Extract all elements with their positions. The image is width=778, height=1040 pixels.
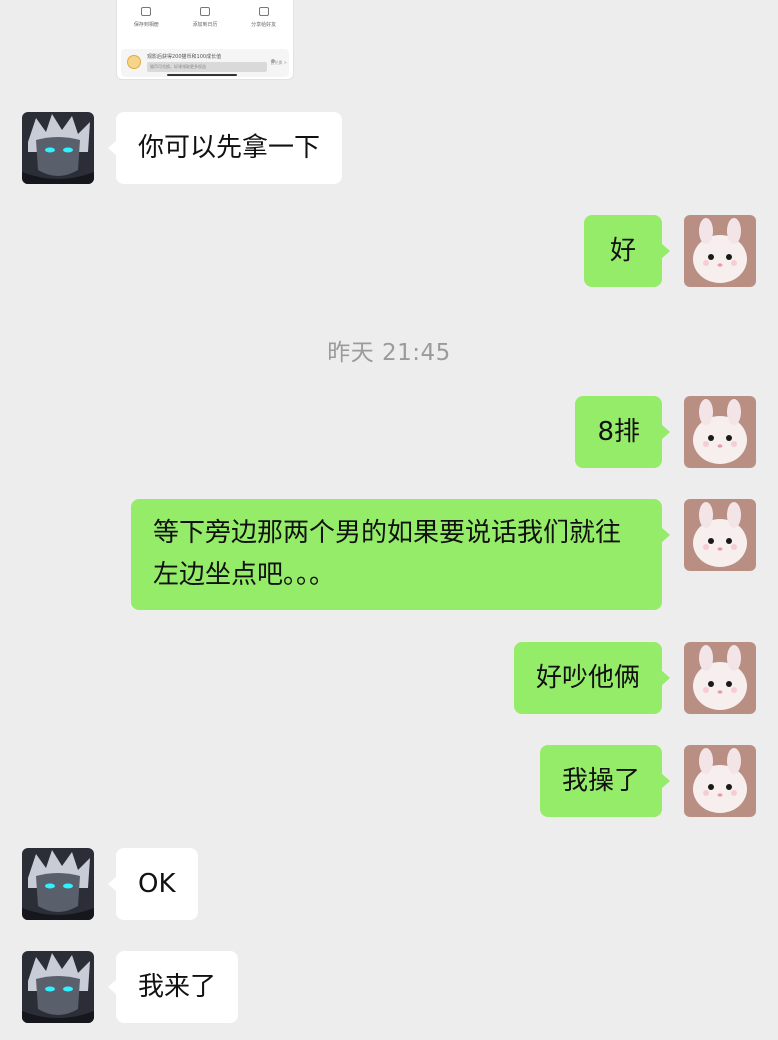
contact-avatar[interactable] (22, 848, 94, 920)
message-bubble-incoming[interactable]: OK (108, 848, 198, 920)
save-to-album-label: 保存到相册 (133, 22, 159, 28)
shared-image-card[interactable]: 保存到相册 添加到日历 分享给好友 观影后获得200猫币和100成长值 猫币可兑… (116, 0, 294, 80)
bunny-avatar-icon (684, 215, 756, 287)
bunny-avatar-icon (684, 642, 756, 714)
promo-banner[interactable]: 观影后获得200猫币和100成长值 猫币可兑换，好课领取更多权益 去兑换 > (121, 49, 289, 77)
my-avatar[interactable] (684, 745, 756, 817)
add-to-calendar-label: 添加到日历 (192, 22, 218, 28)
share-actions: 保存到相册 添加到日历 分享给好友 (117, 7, 293, 28)
message-bubble-incoming[interactable]: 我来了 (107, 951, 239, 1023)
message-text: 我来了 (138, 972, 217, 1002)
promo-subtext-bar: 猫币可兑换，好课领取更多权益 (147, 62, 267, 72)
contact-avatar[interactable] (22, 112, 94, 184)
message-text: OK (138, 869, 176, 899)
anime-character-avatar-icon (22, 951, 94, 1023)
share-icon (258, 7, 269, 16)
message-bubble-outgoing[interactable]: 我操了 (539, 745, 671, 817)
bunny-avatar-icon (684, 499, 756, 571)
bunny-avatar-icon (684, 745, 756, 817)
my-avatar[interactable] (684, 499, 756, 571)
my-avatar[interactable] (684, 396, 756, 468)
message-text: 我操了 (561, 766, 640, 796)
message-bubble-outgoing[interactable]: 等下旁边那两个男的如果要说话我们就往左边坐点吧。。。 (131, 499, 670, 610)
promo-text: 观影后获得200猫币和100成长值 (147, 54, 222, 60)
message-bubble-outgoing[interactable]: 好吵他俩 (513, 642, 671, 714)
bunny-avatar-icon (684, 396, 756, 468)
anime-character-avatar-icon (22, 848, 94, 920)
promo-subtext: 猫币可兑换，好课领取更多权益 (150, 64, 206, 69)
message-bubble-incoming[interactable]: 你可以先拿一下 (107, 112, 343, 184)
message-text: 好吵他俩 (535, 663, 640, 693)
save-to-album-action[interactable]: 保存到相册 (120, 7, 172, 28)
my-avatar[interactable] (684, 215, 756, 287)
home-indicator (167, 74, 237, 76)
message-bubble-outgoing[interactable]: 8排 (575, 396, 670, 468)
promo-link[interactable]: 去兑换 > (270, 60, 287, 66)
message-text: 好 (609, 236, 636, 266)
share-to-friend-label: 分享给好友 (251, 22, 277, 28)
my-avatar[interactable] (684, 642, 756, 714)
download-icon (141, 7, 152, 16)
share-to-friend-action[interactable]: 分享给好友 (238, 7, 290, 28)
chat-timestamp: 昨天 21:45 (327, 340, 451, 366)
message-text: 8排 (597, 417, 640, 447)
anime-character-avatar-icon (22, 112, 94, 184)
calendar-icon (199, 7, 210, 16)
contact-avatar[interactable] (22, 951, 94, 1023)
message-bubble-outgoing[interactable]: 好 (583, 215, 671, 287)
message-text: 等下旁边那两个男的如果要说话我们就往左边坐点吧。。。 (153, 518, 622, 590)
coin-icon (127, 55, 141, 69)
message-text: 你可以先拿一下 (138, 133, 321, 163)
add-to-calendar-action[interactable]: 添加到日历 (179, 7, 231, 28)
